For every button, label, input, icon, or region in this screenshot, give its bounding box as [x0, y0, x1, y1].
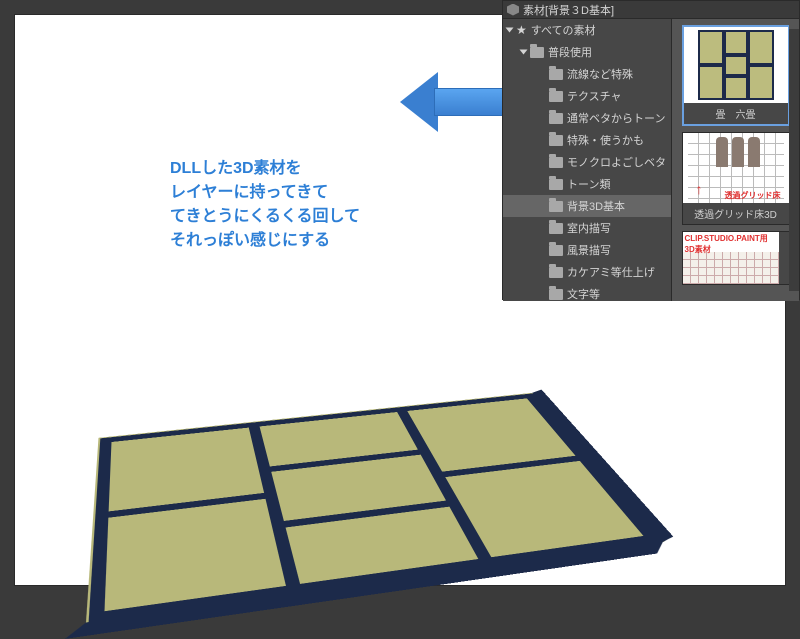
arrow-annotation — [404, 72, 514, 132]
panel-title: 素材[背景３D基本] — [523, 2, 614, 18]
folder-icon — [530, 47, 544, 58]
tree-item[interactable]: 通常ベタからトーン — [503, 107, 671, 129]
tree-item[interactable]: 流線など特殊 — [503, 63, 671, 85]
tree-label: 背景3D基本 — [567, 198, 625, 214]
thumb-label: 透過グリッド床3D — [683, 203, 789, 224]
folder-icon — [549, 201, 563, 212]
scroll-up-button[interactable] — [789, 19, 799, 29]
tatami-3d-object[interactable] — [105, 315, 725, 615]
thumbnail-column: 畳 六畳 ↑ 透過グリッド床 透過グリッド床3D CLIP.STUDIO.PAI… — [671, 19, 799, 301]
tree-label: トーン類 — [567, 176, 610, 192]
tree-label: モノクロよごしベタ — [567, 154, 666, 170]
material-thumb-csp[interactable]: CLIP.STUDIO.PAINT用 3D素材 — [682, 231, 790, 285]
folder-icon — [549, 69, 563, 80]
material-icon — [507, 4, 519, 16]
tree-item-selected[interactable]: 背景3D基本 — [503, 195, 671, 217]
tree-item[interactable]: 室内描写 — [503, 217, 671, 239]
scroll-down-button[interactable] — [789, 291, 799, 301]
tree-label: 風景描写 — [567, 242, 611, 258]
tree-group[interactable]: 普段使用 — [503, 41, 671, 63]
tree-label: 特殊・使うかも — [567, 132, 644, 148]
expand-icon — [506, 28, 514, 33]
folder-icon — [549, 223, 563, 234]
tree-item[interactable]: 文字等 — [503, 283, 671, 301]
tree-item[interactable]: テクスチャ — [503, 85, 671, 107]
material-thumb-gridfloor[interactable]: ↑ 透過グリッド床 透過グリッド床3D — [682, 132, 790, 225]
tree-label: 普段使用 — [548, 44, 592, 60]
material-panel: 素材[背景３D基本] ★ すべての素材 普段使用 流線など特殊 テクスチャ 通常… — [502, 0, 800, 300]
tree-item[interactable]: 風景描写 — [503, 239, 671, 261]
gridfloor-thumb-icon: ↑ 透過グリッド床 — [688, 133, 784, 203]
panel-header[interactable]: 素材[背景３D基本] — [503, 1, 799, 19]
folder-icon — [549, 289, 563, 300]
folder-icon — [549, 91, 563, 102]
tree-item[interactable]: カケアミ等仕上げ — [503, 261, 671, 283]
tree-label: すべての素材 — [531, 22, 596, 38]
tree-item[interactable]: 特殊・使うかも — [503, 129, 671, 151]
tree-label: 文字等 — [567, 286, 600, 301]
tree-label: テクスチャ — [567, 88, 622, 104]
star-icon: ★ — [516, 23, 527, 37]
expand-icon — [520, 50, 528, 55]
folder-icon — [549, 157, 563, 168]
folder-icon — [549, 267, 563, 278]
tree-item[interactable]: モノクロよごしベタ — [503, 151, 671, 173]
tree-label: 流線など特殊 — [567, 66, 633, 82]
tatami-thumb-icon — [700, 32, 772, 98]
thumb-label: 畳 六畳 — [684, 103, 788, 124]
tree-item[interactable]: トーン類 — [503, 173, 671, 195]
folder-icon — [549, 179, 563, 190]
folder-icon — [549, 245, 563, 256]
folder-icon — [549, 135, 563, 146]
folder-icon — [549, 113, 563, 124]
shoji-thumb-icon — [683, 252, 779, 284]
material-thumb-tatami[interactable]: 畳 六畳 — [682, 25, 790, 126]
tree-label: 室内描写 — [567, 220, 611, 236]
tree-label: 通常ベタからトーン — [567, 110, 665, 126]
material-tree: ★ すべての素材 普段使用 流線など特殊 テクスチャ 通常ベタからトーン 特殊・… — [503, 19, 671, 301]
thumbnail-scrollbar[interactable] — [789, 19, 799, 301]
tree-root[interactable]: ★ すべての素材 — [503, 19, 671, 41]
thumb-overlay-label: CLIP.STUDIO.PAINT用 3D素材 — [683, 232, 779, 252]
instruction-annotation: DLLした3D素材を レイヤーに持ってきて てきとうにくるくる回して それっぽい… — [170, 157, 360, 253]
tree-label: カケアミ等仕上げ — [567, 264, 655, 280]
